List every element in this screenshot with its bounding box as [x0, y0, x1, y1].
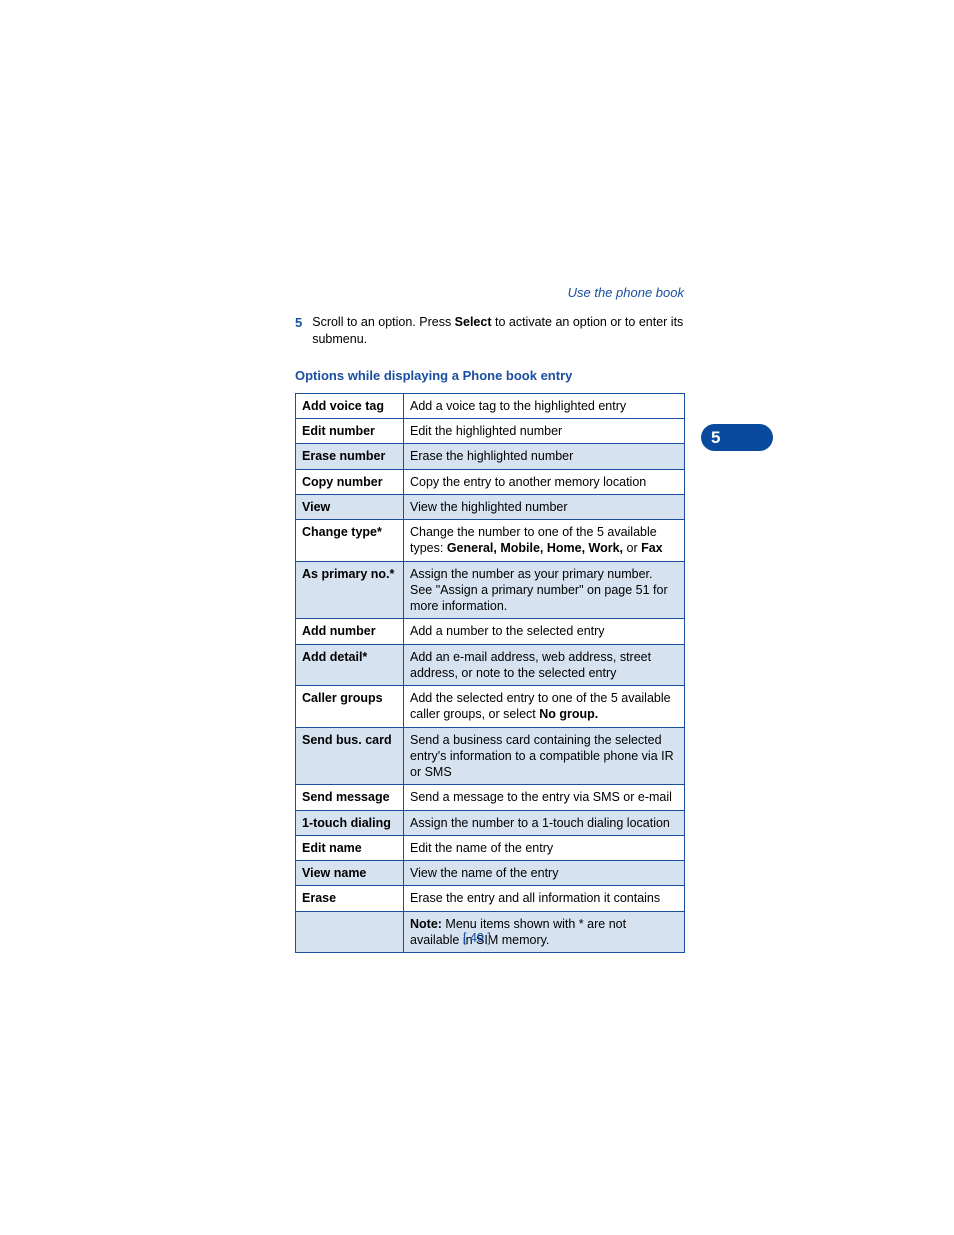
- table-row: Add numberAdd a number to the selected e…: [296, 619, 685, 644]
- option-desc-cell: View the name of the entry: [404, 861, 685, 886]
- option-desc-cell: Edit the highlighted number: [404, 419, 685, 444]
- option-desc-cell: View the highlighted number: [404, 494, 685, 519]
- bold-text: Fax: [641, 541, 663, 555]
- page-number: [ 49 ]: [0, 931, 954, 945]
- option-desc-cell: Edit the name of the entry: [404, 835, 685, 860]
- table-row: Edit nameEdit the name of the entry: [296, 835, 685, 860]
- table-row: 1-touch dialingAssign the number to a 1-…: [296, 810, 685, 835]
- option-name-cell: Edit number: [296, 419, 404, 444]
- table-row: As primary no.*Assign the number as your…: [296, 561, 685, 619]
- option-desc-cell: Add a voice tag to the highlighted entry: [404, 393, 685, 418]
- bold-text: No group.: [539, 707, 598, 721]
- option-name-cell: View name: [296, 861, 404, 886]
- chapter-tab-badge: 5: [701, 424, 773, 451]
- table-row: Change type*Change the number to one of …: [296, 520, 685, 562]
- option-name-cell: 1-touch dialing: [296, 810, 404, 835]
- step-text-before: Scroll to an option. Press: [312, 315, 454, 329]
- section-header-link: Use the phone book: [568, 285, 684, 300]
- option-name-cell: Add voice tag: [296, 393, 404, 418]
- option-name-cell: Add detail*: [296, 644, 404, 686]
- option-name-cell: Erase: [296, 886, 404, 911]
- option-name-cell: As primary no.*: [296, 561, 404, 619]
- table-row: Copy numberCopy the entry to another mem…: [296, 469, 685, 494]
- instruction-step: 5 Scroll to an option. Press Select to a…: [295, 314, 685, 348]
- option-name-cell: Erase number: [296, 444, 404, 469]
- option-desc-cell: Add an e-mail address, web address, stre…: [404, 644, 685, 686]
- table-row: Edit numberEdit the highlighted number: [296, 419, 685, 444]
- option-desc-cell: Send a business card containing the sele…: [404, 727, 685, 785]
- option-name-cell: Send message: [296, 785, 404, 810]
- table-row: Add detail*Add an e-mail address, web ad…: [296, 644, 685, 686]
- option-desc-cell: Send a message to the entry via SMS or e…: [404, 785, 685, 810]
- option-desc-cell: Copy the entry to another memory locatio…: [404, 469, 685, 494]
- step-keyword: Select: [455, 315, 492, 329]
- note-label: Note:: [410, 917, 442, 931]
- table-row: Send messageSend a message to the entry …: [296, 785, 685, 810]
- page-content: 5 Scroll to an option. Press Select to a…: [295, 314, 685, 953]
- option-name-cell: Change type*: [296, 520, 404, 562]
- table-title: Options while displaying a Phone book en…: [295, 368, 685, 383]
- options-table: Add voice tagAdd a voice tag to the high…: [295, 393, 685, 953]
- option-desc-cell: Add the selected entry to one of the 5 a…: [404, 686, 685, 728]
- option-name-cell: Copy number: [296, 469, 404, 494]
- option-desc-cell: Assign the number to a 1-touch dialing l…: [404, 810, 685, 835]
- option-desc-cell: Assign the number as your primary number…: [404, 561, 685, 619]
- table-row: Send bus. cardSend a business card conta…: [296, 727, 685, 785]
- table-row: Add voice tagAdd a voice tag to the high…: [296, 393, 685, 418]
- table-row: EraseErase the entry and all information…: [296, 886, 685, 911]
- chapter-number: 5: [711, 428, 720, 448]
- step-text: Scroll to an option. Press Select to act…: [312, 314, 685, 348]
- table-row: Erase numberErase the highlighted number: [296, 444, 685, 469]
- manual-page: Use the phone book 5 5 Scroll to an opti…: [0, 0, 954, 1235]
- option-name-cell: Edit name: [296, 835, 404, 860]
- table-row: Caller groupsAdd the selected entry to o…: [296, 686, 685, 728]
- step-number: 5: [295, 314, 302, 348]
- option-desc-cell: Erase the highlighted number: [404, 444, 685, 469]
- option-desc-cell: Erase the entry and all information it c…: [404, 886, 685, 911]
- option-name-cell: Caller groups: [296, 686, 404, 728]
- bold-text: General, Mobile, Home, Work,: [447, 541, 623, 555]
- table-row: View nameView the name of the entry: [296, 861, 685, 886]
- option-name-cell: Send bus. card: [296, 727, 404, 785]
- table-row: ViewView the highlighted number: [296, 494, 685, 519]
- option-desc-cell: Change the number to one of the 5 availa…: [404, 520, 685, 562]
- option-name-cell: Add number: [296, 619, 404, 644]
- option-desc-cell: Add a number to the selected entry: [404, 619, 685, 644]
- option-name-cell: View: [296, 494, 404, 519]
